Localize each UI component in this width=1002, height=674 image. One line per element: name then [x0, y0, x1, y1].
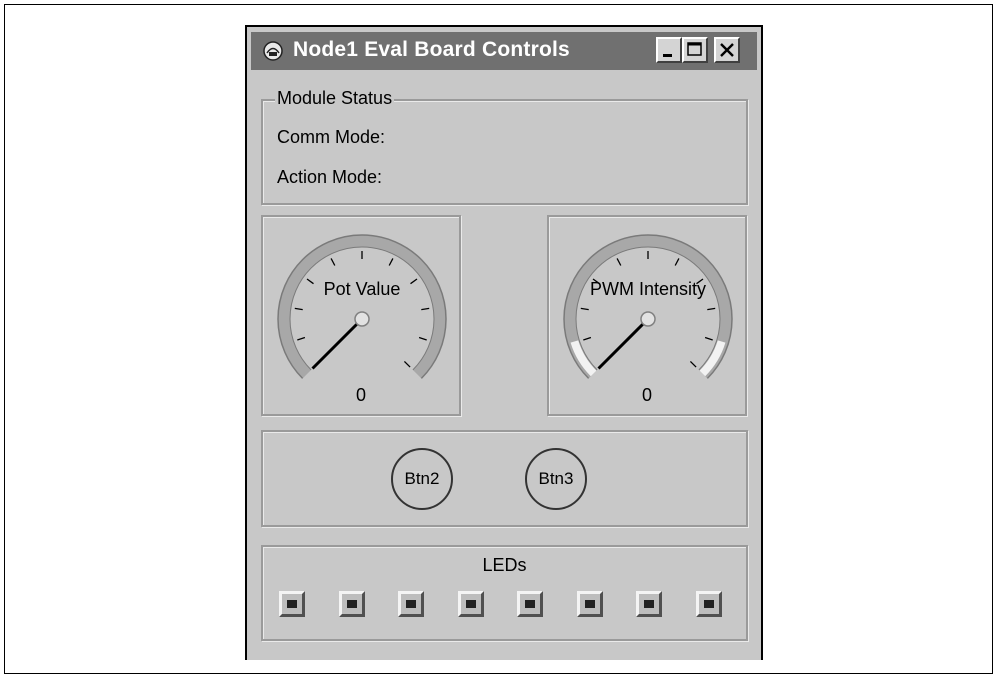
btn3-button[interactable]: Btn3 [525, 448, 587, 510]
window-title: Node1 Eval Board Controls [293, 38, 570, 61]
btn2-button[interactable]: Btn2 [391, 448, 453, 510]
led-2[interactable] [338, 591, 365, 617]
leds-title: LEDs [482, 555, 527, 575]
led-indicator [287, 600, 297, 608]
module-status-group: Module Status Comm Mode: Action Mode: [261, 88, 748, 205]
gauge-tick [418, 336, 427, 341]
led-row [279, 591, 739, 621]
led-1[interactable] [279, 591, 305, 617]
gauge-tick [410, 278, 418, 285]
maximize-button[interactable] [682, 37, 708, 63]
gauge-needle [311, 317, 364, 370]
action-mode-label: Action Mode: [277, 167, 383, 187]
gauge-tick [616, 258, 622, 266]
title-bar[interactable]: Node1 Eval Board Controls [251, 32, 757, 70]
app-icon [263, 41, 283, 61]
gauge-tick [297, 336, 306, 341]
pot-value-gauge-label: Pot Value [324, 279, 401, 299]
led-indicator [584, 600, 595, 608]
gauge-tick [421, 307, 430, 311]
comm-mode-label: Comm Mode: [277, 127, 386, 147]
minimize-icon [663, 54, 672, 57]
led-5[interactable] [517, 591, 543, 617]
gauge-tick [674, 258, 680, 266]
gauge-scale-band [278, 235, 446, 379]
led-8[interactable] [695, 591, 722, 617]
eval-board-window: Node1 Eval Board Controls Module Status … [245, 25, 763, 660]
gauge-tick [294, 307, 303, 311]
gauge-tick [704, 336, 713, 341]
led-indicator [346, 600, 357, 608]
gauge-needle [597, 317, 650, 370]
minimize-button[interactable] [656, 37, 682, 63]
pwm-intensity-gauge: PWM Intensity 0 [547, 215, 747, 416]
gauge-tick [403, 360, 411, 368]
gauge-tick [306, 278, 314, 285]
led-indicator [525, 600, 535, 608]
gauge-tick [583, 336, 592, 341]
gauge-tick [580, 307, 589, 311]
gauge-needle-hub [354, 311, 370, 327]
gauge-tick [330, 258, 336, 266]
close-button[interactable] [714, 37, 740, 63]
led-indicator [703, 600, 714, 608]
led-indicator [644, 600, 654, 608]
led-6[interactable] [576, 591, 603, 617]
button-panel: Btn2 Btn3 [261, 430, 748, 527]
pot-value-gauge: Pot Value 0 [261, 215, 461, 416]
maximize-icon [687, 42, 702, 56]
gauge-tick [689, 360, 697, 368]
gauge-tick [388, 258, 394, 266]
led-indicator [465, 600, 476, 608]
pwm-intensity-gauge-label: PWM Intensity [590, 279, 706, 299]
gauge-tick [707, 307, 716, 311]
pot-value-readout: 0 [355, 385, 366, 405]
gauge-scale-band [564, 235, 732, 379]
gauge-needle-hub [640, 311, 656, 327]
led-4[interactable] [457, 591, 484, 617]
led-indicator [406, 600, 416, 608]
close-icon [720, 43, 734, 57]
pwm-intensity-readout: 0 [641, 385, 652, 405]
module-status-label: Module Status [275, 88, 395, 109]
leds-panel: LEDs [261, 545, 748, 641]
led-3[interactable] [398, 591, 424, 617]
led-7[interactable] [636, 591, 662, 617]
